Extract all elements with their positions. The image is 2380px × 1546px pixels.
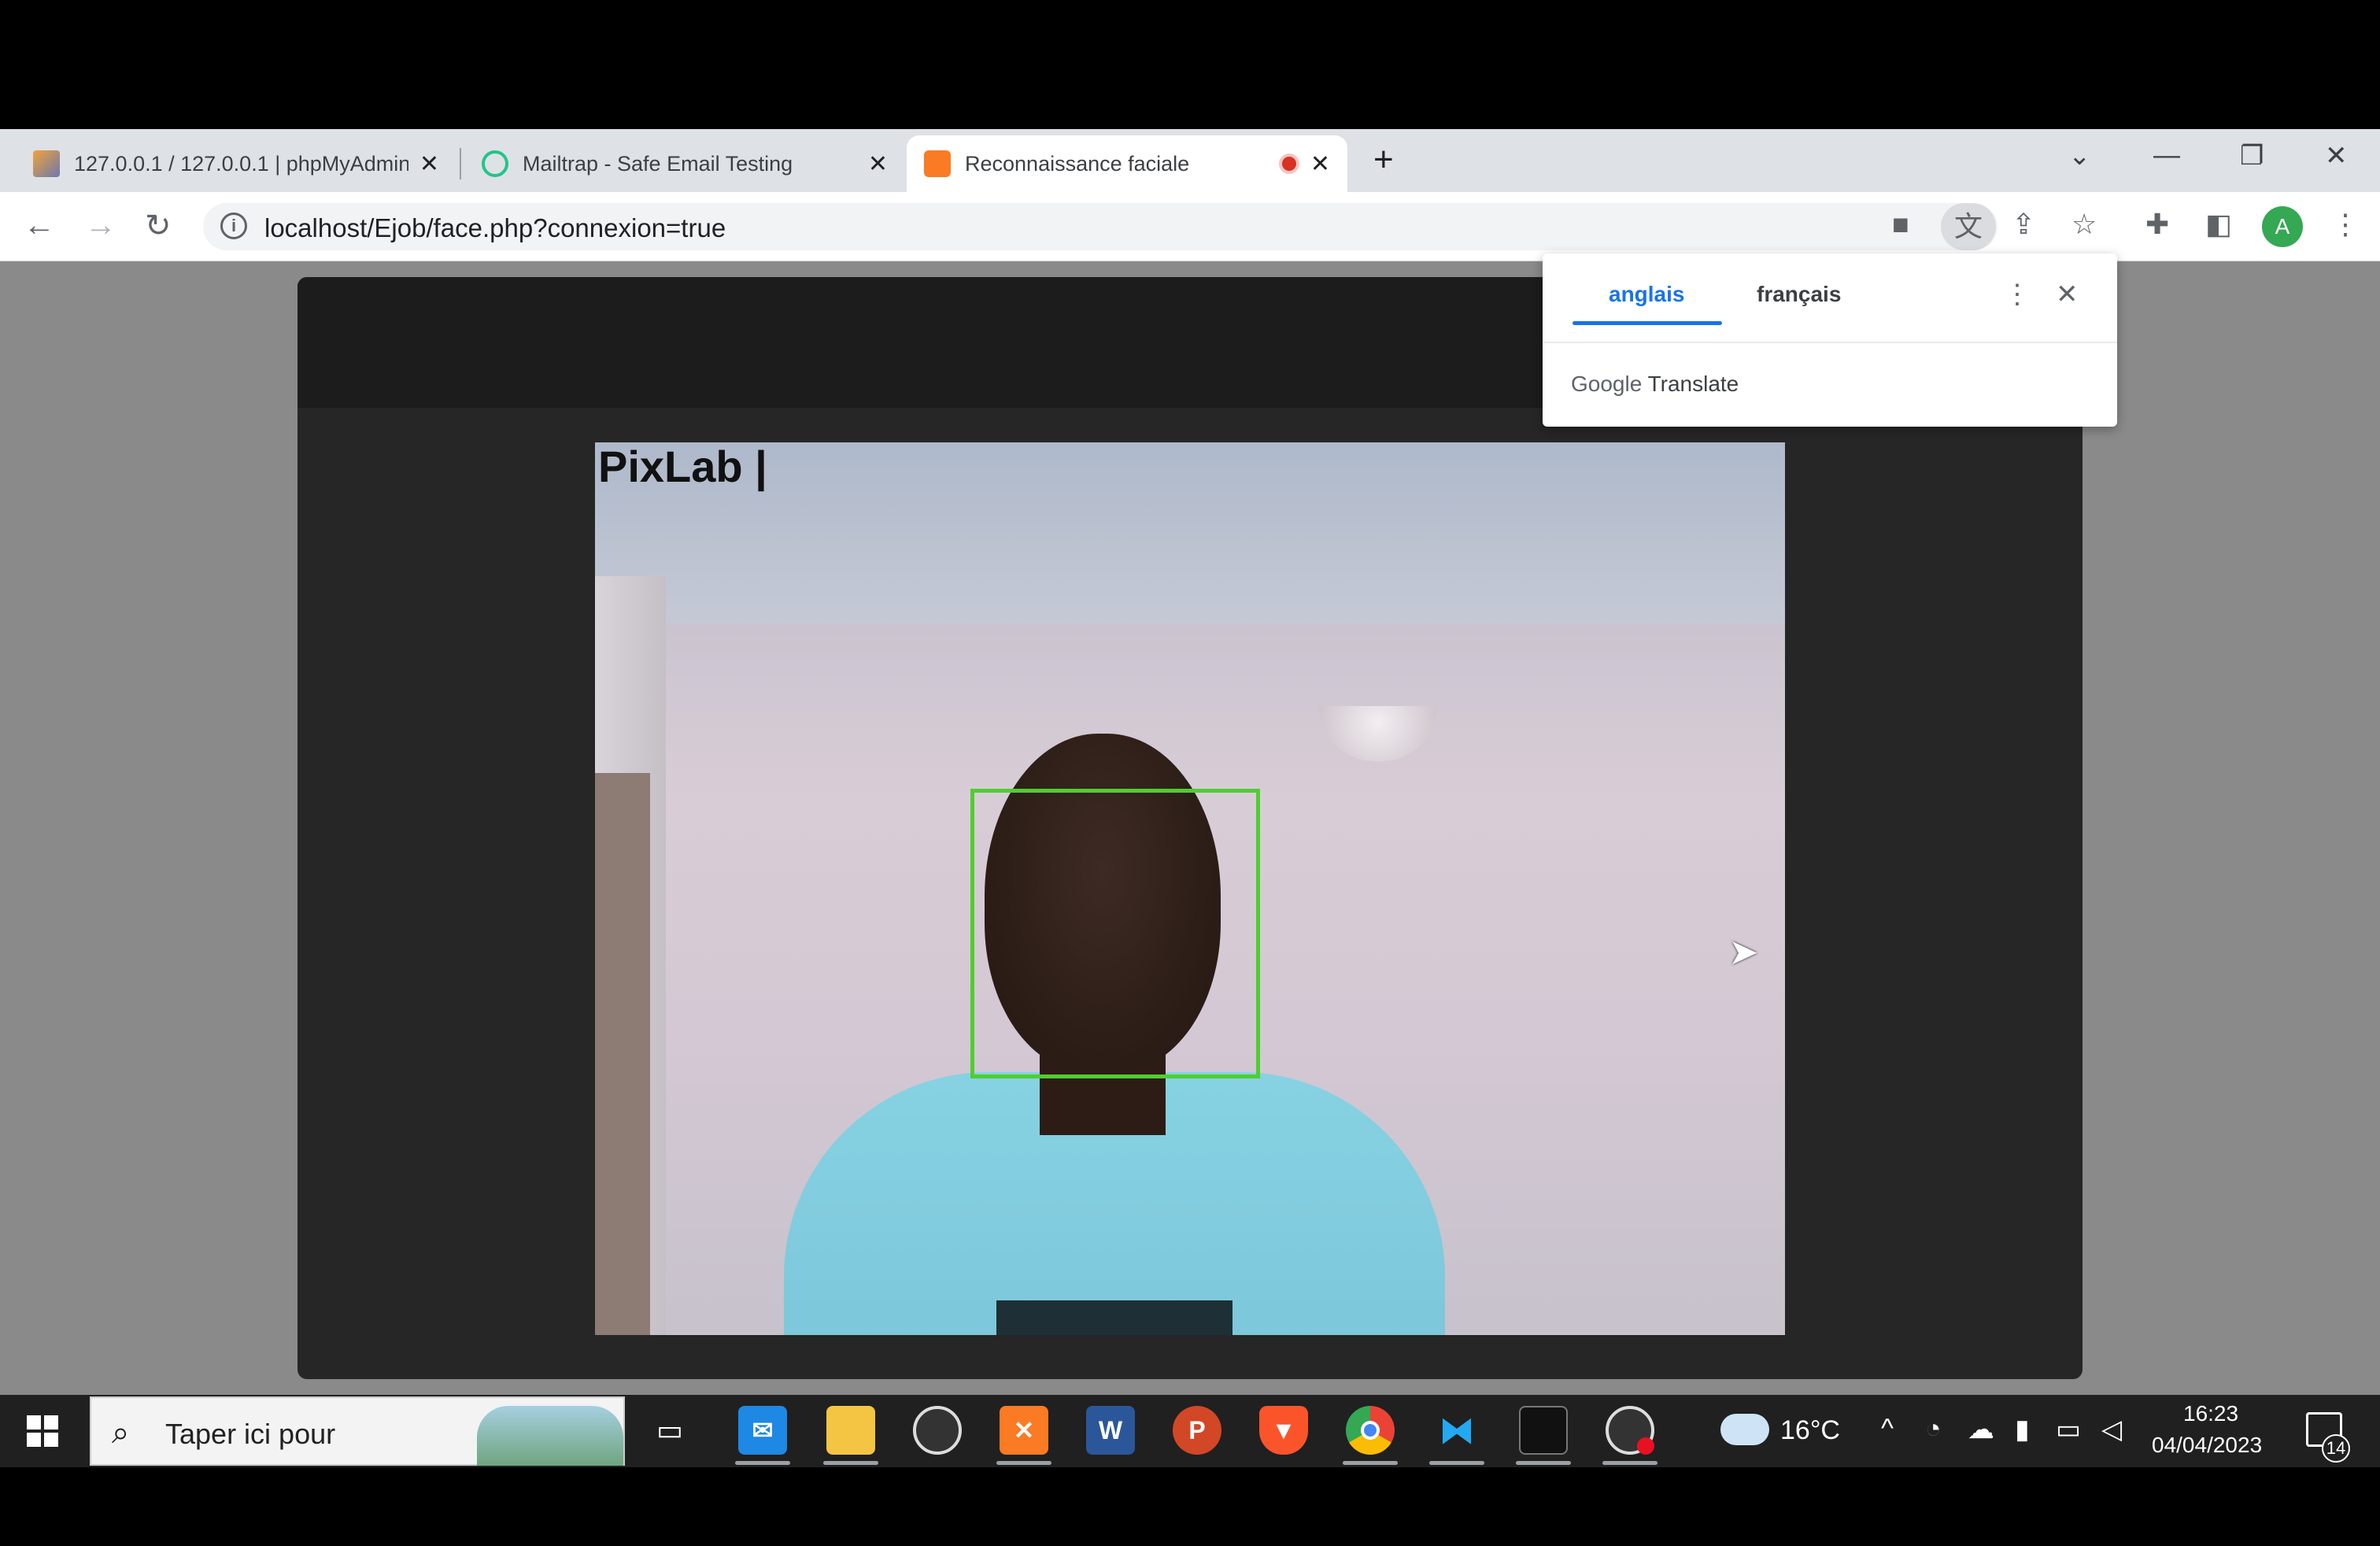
door <box>595 773 650 1335</box>
recording-icon <box>1278 153 1299 174</box>
phpmyadmin-icon <box>33 150 60 177</box>
search-placeholder: Taper ici pour <box>165 1418 336 1450</box>
google-translate-brand: Google Translate <box>1571 372 1739 397</box>
close-popup-icon[interactable]: ✕ <box>2056 279 2079 310</box>
app-indicator <box>1516 1461 1571 1465</box>
app-indicator <box>1602 1461 1658 1465</box>
brave-icon[interactable]: ▼ <box>1259 1406 1308 1455</box>
app-indicator <box>823 1461 878 1465</box>
obs-recording-icon[interactable] <box>1606 1406 1654 1455</box>
url-text[interactable]: localhost/Ejob/face.php?connexion=true <box>264 213 726 243</box>
share-icon[interactable]: ⇪ <box>2012 208 2035 241</box>
file-explorer-icon[interactable] <box>826 1406 875 1455</box>
app-indicator <box>1343 1461 1398 1465</box>
side-panel-icon[interactable]: ◧ <box>2205 208 2232 241</box>
search-icon: ⌕ <box>112 1415 130 1450</box>
search-highlight-image <box>477 1406 623 1466</box>
camera-overlay-text: PixLab | <box>598 442 767 491</box>
camera-icon[interactable]: ■ <box>1892 208 1909 241</box>
tab-title: 127.0.0.1 / 127.0.0.1 | phpMyAdmin <box>74 151 408 176</box>
battery-icon[interactable]: ▭ <box>2056 1414 2081 1445</box>
notification-count: 14 <box>2322 1434 2350 1463</box>
app-indicator <box>735 1461 790 1465</box>
powerpoint-icon[interactable]: P <box>1173 1406 1221 1455</box>
volume-muted-icon[interactable]: ◁ <box>2101 1414 2122 1445</box>
xampp-icon[interactable]: ✕ <box>1000 1406 1048 1455</box>
new-tab-button[interactable]: + <box>1373 140 1394 179</box>
page-content: PixLab | ➤ anglais français ⋮ ✕ Google T… <box>0 253 2380 1395</box>
chrome-icon[interactable] <box>1346 1406 1395 1455</box>
browser-toolbar: ← → ↻ i localhost/Ejob/face.php?connexio… <box>0 192 2380 261</box>
taskbar-search-box[interactable]: ⌕ Taper ici pour <box>90 1396 625 1466</box>
weather-temperature[interactable]: 16°C <box>1780 1415 1840 1446</box>
translate-popup: anglais français ⋮ ✕ Google Translate <box>1543 253 2117 427</box>
terminal-icon[interactable] <box>1519 1406 1568 1455</box>
wifi-icon[interactable]: ◔ <box>1925 1414 1942 1444</box>
minimize-icon[interactable]: — <box>2153 140 2180 171</box>
vscode-icon[interactable]: ⧓ <box>1432 1406 1481 1455</box>
menu-icon[interactable]: ⋮ <box>2331 208 2360 241</box>
translate-icon[interactable]: 文 <box>1941 203 1996 250</box>
bookmark-star-icon[interactable]: ☆ <box>2071 208 2097 241</box>
source-language-tab[interactable]: anglais <box>1609 282 1684 307</box>
mailtrap-icon <box>482 150 508 177</box>
app-indicator <box>996 1461 1051 1465</box>
cloud-error-icon[interactable]: ☁ <box>1968 1414 1994 1445</box>
video-panel: PixLab | ➤ <box>298 277 2082 1379</box>
reload-icon[interactable]: ↻ <box>145 208 172 244</box>
restore-icon[interactable]: ❐ <box>2240 140 2264 172</box>
address-bar[interactable]: i localhost/Ejob/face.php?connexion=true <box>203 203 1998 250</box>
tab-title: Reconnaissance faciale <box>965 151 1190 176</box>
translate-brand: Translate <box>1647 372 1739 396</box>
ceiling <box>595 442 1785 623</box>
windows-taskbar: ⌕ Taper ici pour ▭ ✉ ✕ W P ▼ ⧓ 16°C ^ ◔ … <box>0 1395 2380 1467</box>
mouse-cursor-icon: ➤ <box>1728 931 1759 972</box>
shirt-print <box>996 1300 1232 1335</box>
task-view-icon[interactable]: ▭ <box>645 1406 694 1455</box>
target-language-tab[interactable]: français <box>1757 282 1841 307</box>
tab-mailtrap[interactable]: Mailtrap - Safe Email Testing ✕ <box>464 135 905 192</box>
forward-icon[interactable]: → <box>85 208 116 243</box>
word-icon[interactable]: W <box>1086 1406 1135 1455</box>
microphone-icon[interactable]: ▮ <box>2015 1414 2030 1445</box>
back-icon[interactable]: ← <box>24 208 55 243</box>
app-indicator <box>1429 1461 1484 1465</box>
tab-separator <box>460 148 461 179</box>
tab-search-chevron-icon[interactable]: ⌄ <box>2068 140 2091 172</box>
browser-tab-bar: 127.0.0.1 / 127.0.0.1 | phpMyAdmin ✕ Mai… <box>0 129 2380 192</box>
divider <box>1543 342 2117 343</box>
more-options-icon[interactable]: ⋮ <box>2004 279 2031 310</box>
face-detection-box <box>970 789 1260 1078</box>
obs-icon[interactable] <box>913 1406 962 1455</box>
active-tab-indicator <box>1572 321 1722 325</box>
tab-phpmyadmin[interactable]: 127.0.0.1 / 127.0.0.1 | phpMyAdmin ✕ <box>16 135 456 192</box>
ceiling-lamp <box>1319 706 1437 761</box>
close-icon[interactable]: ✕ <box>868 150 888 178</box>
info-icon[interactable]: i <box>220 213 247 239</box>
chevron-up-icon[interactable]: ^ <box>1881 1414 1894 1444</box>
extensions-icon[interactable]: ✚ <box>2145 208 2169 241</box>
google-brand: Google <box>1571 372 1643 396</box>
profile-avatar[interactable]: A <box>2262 206 2303 247</box>
cloud-weather-icon[interactable] <box>1720 1414 1769 1445</box>
tab-reconnaissance-faciale[interactable]: Reconnaissance faciale ✕ <box>907 135 1347 192</box>
clock-date[interactable]: 04/04/2023 <box>2152 1433 2262 1458</box>
mail-icon[interactable]: ✉ <box>738 1406 787 1455</box>
close-window-icon[interactable]: ✕ <box>2325 140 2348 172</box>
close-icon[interactable]: ✕ <box>1310 150 1330 178</box>
clock-time[interactable]: 16:23 <box>2183 1401 2238 1426</box>
xampp-icon <box>924 150 951 177</box>
close-icon[interactable]: ✕ <box>419 150 439 178</box>
tab-title: Mailtrap - Safe Email Testing <box>523 151 793 176</box>
windows-start-button[interactable] <box>27 1415 58 1447</box>
camera-feed: PixLab | ➤ <box>595 442 1785 1335</box>
